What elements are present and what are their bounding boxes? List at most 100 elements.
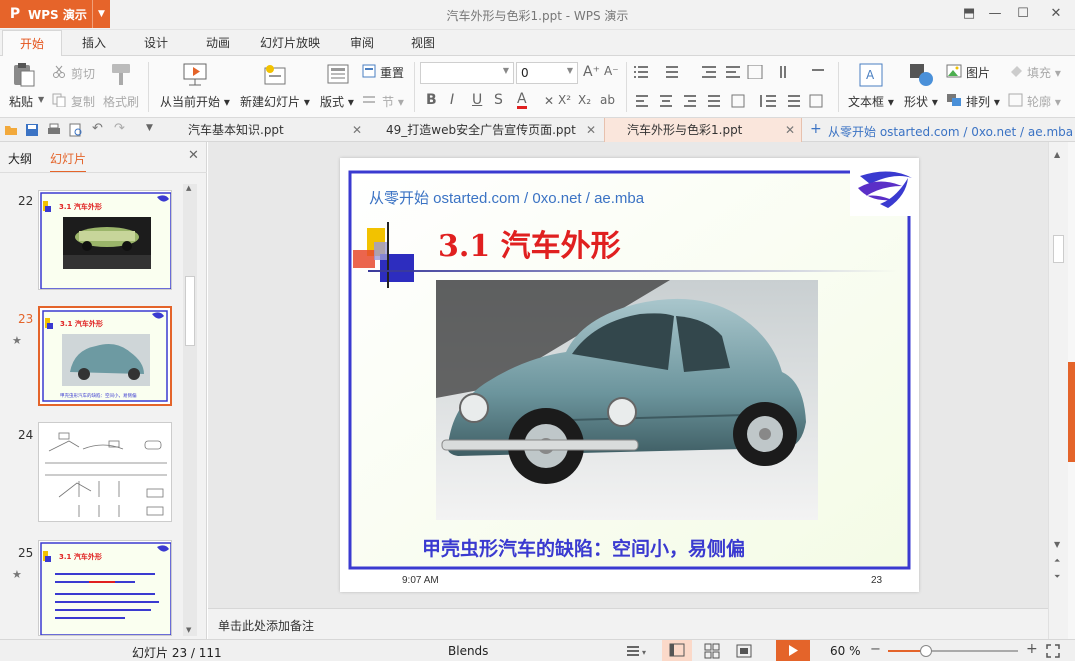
section-icon[interactable] [362,93,376,107]
paste-button[interactable]: 粘贴 [9,93,33,110]
normal-view-button[interactable] [662,640,692,661]
reset-button[interactable]: 重置 [380,64,404,81]
slide-thumbnail-22[interactable]: 3.1 汽车外形 [38,190,172,290]
font-shrink-icon[interactable]: A⁻ [604,64,619,78]
minimize-button[interactable]: — [986,6,1004,22]
scroll-down-icon[interactable]: ▼ [1054,540,1060,549]
fill-button[interactable]: 填充 ▾ [1027,64,1061,81]
clear-format-icon[interactable]: ✕ [544,94,554,108]
print-preview-icon[interactable] [69,123,83,137]
slide-sorter-icon[interactable] [704,643,720,659]
zoom-level[interactable]: 60 % [830,644,861,658]
tab-view[interactable]: 视图 [399,30,447,56]
close-icon[interactable]: ✕ [785,118,795,142]
pane-scrollbar[interactable]: ▲ ▼ [183,184,197,636]
main-scrollbar[interactable]: ▲ ▼ ⏶ ⏷ [1048,142,1068,639]
new-slide-button[interactable]: 新建幻灯片 ▾ [240,93,310,110]
print-icon[interactable] [47,123,61,137]
tab-slides[interactable]: 幻灯片 [50,150,87,173]
slide-thumbnail-24[interactable] [38,422,172,522]
format-painter-icon[interactable] [108,62,134,88]
slide-thumbnail-23[interactable]: 3.1 汽车外形 甲壳虫形汽车的缺陷：空间小，易侧偏 [38,306,172,406]
subscript-icon[interactable]: X₂ [578,93,591,107]
picture-button[interactable]: 图片 [966,64,990,81]
play-from-current-icon[interactable] [182,62,210,88]
phonetic-icon[interactable]: ab [600,93,615,107]
header-link[interactable]: 从零开始 ostarted.com / 0xo.net / ae.mba [828,123,1073,140]
arrange-button[interactable]: 排列 ▾ [966,93,1000,110]
tab-design[interactable]: 设计 [132,30,180,56]
scroll-thumb[interactable] [185,276,195,346]
copy-button[interactable]: 复制 [71,93,95,110]
tab-review[interactable]: 审阅 [338,30,386,56]
font-size-select[interactable]: 0 ▼ [516,62,578,84]
font-color-icon[interactable]: A [517,92,527,109]
car-photo[interactable] [436,280,818,520]
undo-icon[interactable]: ↶ [92,121,103,136]
font-grow-icon[interactable]: A⁺ [583,64,600,80]
wps-menu-button[interactable]: P WPS 演示 ▼ [0,0,110,28]
scroll-thumb[interactable] [1053,235,1064,263]
textbox-button[interactable]: 文本框 ▾ [848,93,894,110]
chevron-down-icon[interactable]: ▼ [92,0,110,28]
paste-icon[interactable] [12,62,36,88]
scissors-icon[interactable] [52,64,66,78]
shapes-button[interactable]: 形状 ▾ [904,93,938,110]
doc-tab-3[interactable]: 汽车外形与色彩1.ppt ✕ [604,118,802,142]
restore-layout-icon[interactable]: ⬒ [960,6,978,22]
tab-insert[interactable]: 插入 [70,30,118,56]
scroll-down-icon[interactable]: ▼ [186,626,191,634]
maximize-button[interactable]: ☐ [1014,6,1032,22]
cut-button[interactable]: 剪切 [71,65,95,82]
new-tab-plus-icon[interactable]: + [810,121,822,137]
open-folder-icon[interactable] [4,123,18,137]
save-icon[interactable] [25,123,39,137]
close-pane-icon[interactable]: ✕ [188,148,199,163]
tab-animation[interactable]: 动画 [194,30,242,56]
tab-home[interactable]: 开始 [2,30,62,57]
chevron-down-icon[interactable]: ▼ [38,95,44,104]
arrange-icon[interactable] [946,93,962,107]
bold-icon[interactable]: B [426,92,437,108]
italic-icon[interactable]: I [450,92,454,108]
fill-icon[interactable] [1008,64,1024,78]
textbox-icon[interactable]: A [858,62,884,88]
scroll-up-icon[interactable]: ▲ [1054,150,1060,159]
zoom-in-icon[interactable]: + [1026,641,1038,657]
zoom-slider-thumb[interactable] [920,645,932,657]
doc-tab-1[interactable]: 汽车基本知识.ppt ✕ [170,118,368,142]
shapes-icon[interactable] [908,62,934,88]
outline-icon[interactable] [1008,93,1024,107]
new-slide-icon[interactable] [262,62,288,88]
slide-thumbnail-25[interactable]: 3.1 汽车外形 [38,540,172,636]
redo-icon[interactable]: ↷ [114,121,125,136]
slide-header-link[interactable]: 从零开始 ostarted.com / 0xo.net / ae.mba [369,190,645,207]
previous-slide-icon[interactable]: ⏶ [1054,556,1060,566]
reset-icon[interactable] [362,64,376,78]
format-painter-button[interactable]: 格式刷 [103,93,139,110]
tab-slideshow[interactable]: 幻灯片放映 [254,30,326,56]
outline-button[interactable]: 轮廓 ▾ [1027,93,1061,110]
tab-outline[interactable]: 大纲 [8,150,32,167]
section-button[interactable]: 节 ▾ [382,93,404,110]
notes-view-icon[interactable]: ▾ [626,644,654,658]
current-slide[interactable]: 从零开始 ostarted.com / 0xo.net / ae.mba 3.1… [340,158,919,592]
fit-window-icon[interactable] [1046,644,1060,658]
close-button[interactable]: ✕ [1047,6,1065,22]
layout-button[interactable]: 版式 ▾ [320,93,354,110]
close-icon[interactable]: ✕ [586,118,596,142]
close-icon[interactable]: ✕ [352,118,362,142]
font-name-select[interactable]: ▼ [420,62,514,84]
shadow-icon[interactable]: S [494,92,503,108]
zoom-slider[interactable] [888,645,1018,657]
superscript-icon[interactable]: X² [558,93,571,107]
quick-access-dropdown-icon[interactable]: ▼ [146,123,153,133]
scroll-up-icon[interactable]: ▲ [186,184,191,192]
doc-tab-2[interactable]: 49_打造web安全广告宣传页面.ppt ✕ [370,118,602,142]
copy-icon[interactable] [52,93,66,107]
play-slideshow-button[interactable] [776,640,810,661]
zoom-out-icon[interactable]: − [870,642,881,657]
layout-icon[interactable] [326,62,350,88]
notes-area[interactable]: 单击此处添加备注 [208,608,1048,639]
next-slide-icon[interactable]: ⏷ [1054,572,1060,582]
